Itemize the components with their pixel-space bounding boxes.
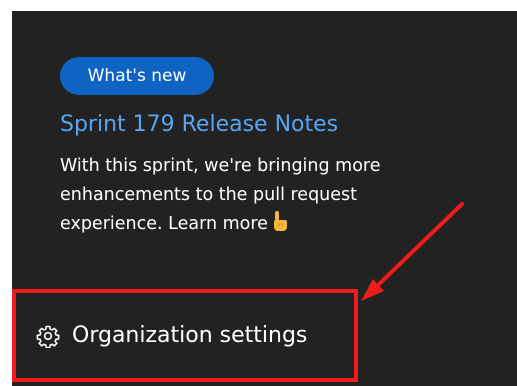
organization-settings-button[interactable]: Organization settings [12, 289, 358, 382]
description-text: experience. [60, 214, 163, 234]
gear-icon [36, 324, 60, 348]
organization-settings-label: Organization settings [72, 323, 308, 348]
whats-new-badge: What's new [60, 57, 214, 95]
release-notes-link[interactable]: Sprint 179 Release Notes [60, 108, 338, 142]
description-line: enhancements to the pull request [60, 185, 358, 205]
hand-pointing-icon [272, 211, 288, 241]
description-line: experience. Learn more [60, 210, 480, 241]
learn-more-link[interactable]: Learn more [168, 214, 268, 234]
description-line: With this sprint, we're bringing more [60, 156, 381, 176]
release-description: With this sprint, we're bringing more en… [60, 152, 480, 241]
